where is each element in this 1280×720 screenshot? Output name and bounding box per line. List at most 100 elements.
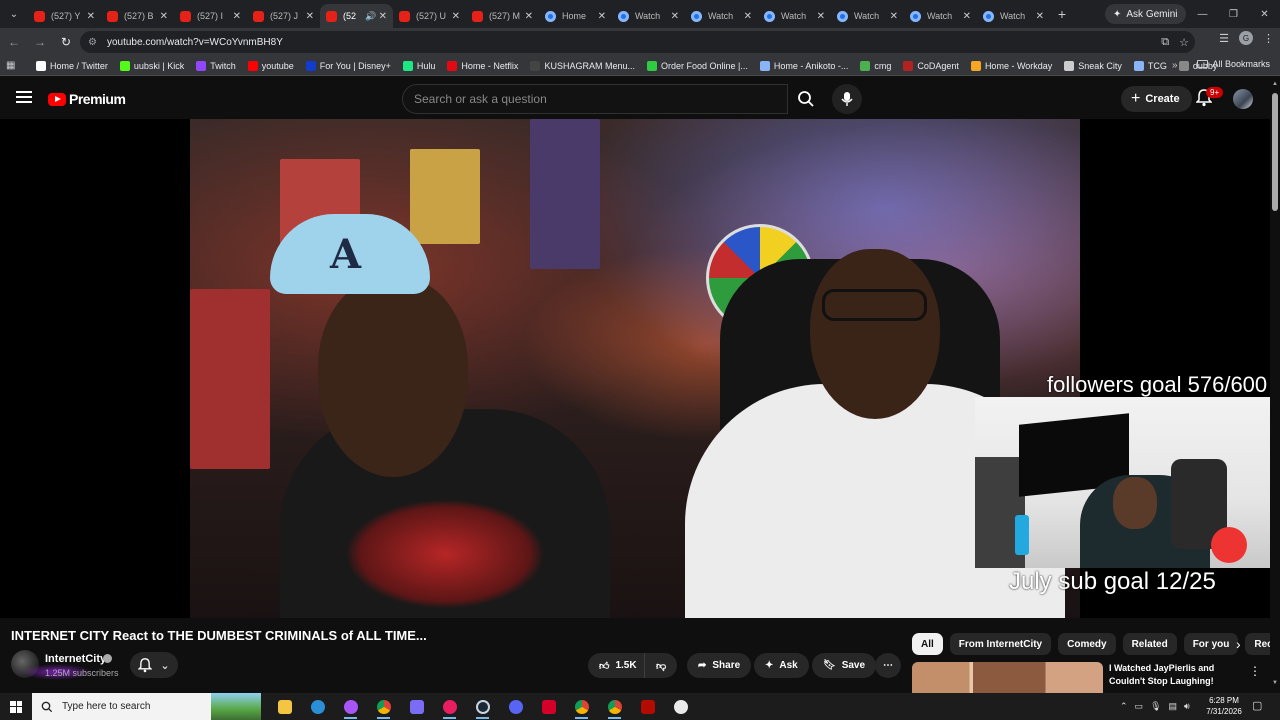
browser-tab[interactable]: (527) B ✕ xyxy=(101,4,174,28)
subscribed-notifications-button[interactable]: ⌄ xyxy=(130,652,178,678)
filter-chip[interactable]: From InternetCity xyxy=(949,633,1052,655)
cast-icon[interactable]: ⧉ xyxy=(1161,36,1169,49)
ask-gemini-button[interactable]: ✦ Ask Gemini xyxy=(1105,4,1186,24)
youtube-logo[interactable]: Premium xyxy=(48,91,126,107)
reload-icon[interactable]: ↻ xyxy=(54,30,78,54)
video-player[interactable]: A followers goal 576/600 July sub goal 1… xyxy=(0,119,1270,618)
close-tab-icon[interactable]: ✕ xyxy=(233,11,241,22)
browser-tab[interactable]: (527) J ✕ xyxy=(247,4,320,28)
close-tab-icon[interactable]: ✕ xyxy=(890,11,898,22)
close-tab-icon[interactable]: ✕ xyxy=(452,11,460,22)
browser-tab[interactable]: Watch ✕ xyxy=(685,4,758,28)
scrollbar-thumb[interactable] xyxy=(1272,93,1278,211)
close-tab-icon[interactable]: ✕ xyxy=(1036,11,1044,22)
chrome-profile-2-icon[interactable] xyxy=(598,693,631,720)
new-tab-button[interactable]: + xyxy=(1050,6,1074,22)
bookmark-item[interactable]: Home - Workday xyxy=(970,60,1052,71)
apps-grid-icon[interactable]: ▦ xyxy=(6,60,24,71)
share-button[interactable]: ➦ Share xyxy=(687,653,752,678)
profile-avatar[interactable]: G xyxy=(1239,31,1253,45)
minimize-icon[interactable]: — xyxy=(1187,0,1218,28)
chrome-icon[interactable] xyxy=(367,693,400,720)
filter-chip[interactable]: Related xyxy=(1122,633,1177,655)
acrobat-icon[interactable] xyxy=(631,693,664,720)
circle-app-icon[interactable] xyxy=(499,693,532,720)
bookmark-item[interactable]: youtube xyxy=(247,60,294,71)
browser-tab[interactable]: (527) U ✕ xyxy=(393,4,466,28)
browser-tab[interactable]: (527) M ✕ xyxy=(466,4,539,28)
menu-hamburger-icon[interactable] xyxy=(16,91,32,103)
back-arrow-icon[interactable]: ← xyxy=(2,30,26,54)
bookmark-item[interactable]: Sneak City xyxy=(1064,60,1122,71)
browser-tab[interactable]: Watch ✕ xyxy=(758,4,831,28)
messenger-icon[interactable] xyxy=(334,693,367,720)
url-field[interactable]: ⚙ youtube.com/watch?v=WCoYvnmBH8Y ⧉ ☆ xyxy=(80,31,1195,53)
close-tab-icon[interactable]: ✕ xyxy=(598,11,606,22)
chrome-menu-icon[interactable]: ⋮ xyxy=(1263,32,1274,45)
dislike-button[interactable]: 👎︎ xyxy=(644,653,678,678)
close-tab-icon[interactable]: ✕ xyxy=(379,11,387,22)
recommended-video-thumbnail[interactable] xyxy=(912,662,1103,693)
recommended-video-title[interactable]: I Watched JayPierlis and Couldn't Stop L… xyxy=(1109,662,1239,688)
close-tab-icon[interactable]: ✕ xyxy=(671,11,679,22)
volume-icon[interactable]: 🔊︎ xyxy=(1184,701,1190,712)
bookmarks-overflow-icon[interactable]: » xyxy=(1172,60,1178,71)
search-button[interactable] xyxy=(788,84,823,114)
bookmark-item[interactable]: uubski | Kick xyxy=(119,60,184,71)
all-bookmarks-button[interactable]: All Bookmarks xyxy=(1197,59,1270,69)
close-tab-icon[interactable]: ✕ xyxy=(744,11,752,22)
chrome-profile-icon[interactable] xyxy=(565,693,598,720)
create-button[interactable]: + Create xyxy=(1121,86,1192,112)
channel-name[interactable]: InternetCity xyxy=(45,653,106,665)
notification-center-icon[interactable]: ▢ xyxy=(1252,699,1262,712)
browser-tab[interactable]: Watch ✕ xyxy=(977,4,1050,28)
steam-icon[interactable] xyxy=(466,693,499,720)
edge-icon[interactable] xyxy=(301,693,334,720)
scroll-up-icon[interactable]: ▲ xyxy=(1272,81,1278,87)
close-tab-icon[interactable]: ✕ xyxy=(817,11,825,22)
audio-playing-icon[interactable]: 🔊 xyxy=(365,11,376,22)
save-button[interactable]: 🔖︎ Save xyxy=(812,653,877,678)
bookmark-item[interactable]: For You | Disney+ xyxy=(305,60,391,71)
bookmark-item[interactable]: CoDAgent xyxy=(903,60,959,71)
game-controller-icon[interactable] xyxy=(400,693,433,720)
bookmark-item[interactable]: cmg xyxy=(860,60,891,71)
close-tab-icon[interactable]: ✕ xyxy=(87,11,95,22)
close-tab-icon[interactable]: ✕ xyxy=(306,11,314,22)
browser-tab[interactable]: Watch ✕ xyxy=(831,4,904,28)
browser-tab[interactable]: (52 🔊 ✕ xyxy=(320,4,393,28)
browser-tab[interactable]: (527) Y ✕ xyxy=(28,4,101,28)
account-avatar[interactable] xyxy=(1233,89,1253,109)
restore-icon[interactable]: ❐ xyxy=(1218,0,1249,28)
search-input[interactable]: Search or ask a question xyxy=(402,84,788,114)
media-player-icon[interactable] xyxy=(433,693,466,720)
more-actions-button[interactable]: ⋯ xyxy=(875,653,901,678)
voice-search-button[interactable] xyxy=(832,84,862,114)
site-info-icon[interactable]: ⚙ xyxy=(88,37,97,48)
forward-arrow-icon[interactable]: → xyxy=(28,30,52,54)
bookmark-item[interactable]: Order Food Online |... xyxy=(646,60,748,71)
close-window-icon[interactable]: ✕ xyxy=(1249,0,1280,28)
bookmark-item[interactable]: TCG xyxy=(1133,60,1167,71)
bookmark-star-icon[interactable]: ☆ xyxy=(1179,36,1189,49)
like-button[interactable]: 👍︎ 1.5K xyxy=(588,653,647,678)
browser-tab[interactable]: Watch ✕ xyxy=(904,4,977,28)
browser-tab[interactable]: Watch ✕ xyxy=(612,4,685,28)
close-tab-icon[interactable]: ✕ xyxy=(160,11,168,22)
network-icon[interactable]: ▤ xyxy=(1169,701,1178,712)
tray-overflow-icon[interactable]: ⌃ xyxy=(1120,701,1128,712)
browser-tab[interactable]: Home ✕ xyxy=(539,4,612,28)
filter-chip[interactable]: For you xyxy=(1183,633,1239,655)
mic-tray-icon[interactable]: 🎙︎ xyxy=(1150,701,1161,712)
bookmark-item[interactable]: KUSHAGRAM Menu... xyxy=(530,60,635,71)
taskbar-search-box[interactable]: Type here to search xyxy=(32,693,261,720)
ask-button[interactable]: ✦ Ask xyxy=(754,653,809,678)
bookmark-item[interactable]: Home - Anikoto -... xyxy=(759,60,848,71)
bookmark-item[interactable]: Twitch xyxy=(196,60,236,71)
bookmark-item[interactable]: Home - Netflix xyxy=(447,60,518,71)
file-explorer-icon[interactable] xyxy=(268,693,301,720)
bookmark-item[interactable]: Hulu xyxy=(402,60,435,71)
start-button[interactable] xyxy=(0,693,32,720)
scroll-down-icon[interactable]: ▼ xyxy=(1272,680,1278,686)
chevron-right-icon[interactable]: › xyxy=(1236,636,1241,652)
